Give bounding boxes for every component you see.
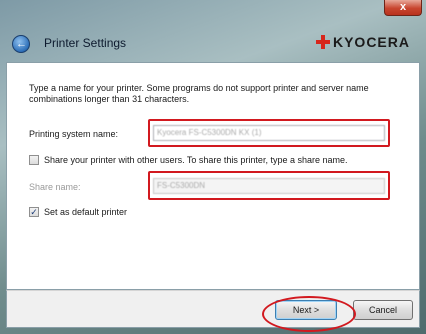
printing-system-name-label: Printing system name: xyxy=(29,129,119,139)
highlight-circle-next xyxy=(262,296,356,332)
share-name-label: Share name: xyxy=(29,182,81,192)
kyocera-logo-mark-icon xyxy=(315,35,330,49)
highlight-box-share xyxy=(148,171,390,200)
back-button[interactable]: ← xyxy=(12,35,30,53)
installer-window: x ← Printer Settings KYOCERA Type a name… xyxy=(0,0,426,334)
footer-bar: Next > Cancel xyxy=(6,290,420,328)
page-title: Printer Settings xyxy=(44,36,127,50)
back-arrow-icon: ← xyxy=(16,38,27,50)
kyocera-logo: KYOCERA xyxy=(315,34,410,50)
default-printer-label: Set as default printer xyxy=(44,207,128,217)
default-printer-checkbox[interactable]: ✓ xyxy=(29,207,39,217)
highlight-box-name xyxy=(148,119,390,147)
cancel-button[interactable]: Cancel xyxy=(353,300,413,320)
header: ← Printer Settings KYOCERA xyxy=(6,22,420,62)
instruction-text: Type a name for your printer. Some progr… xyxy=(29,83,369,104)
content-panel: Type a name for your printer. Some progr… xyxy=(6,62,420,290)
close-button[interactable]: x xyxy=(384,0,422,16)
share-printer-checkbox[interactable] xyxy=(29,155,39,165)
kyocera-logo-text: KYOCERA xyxy=(332,34,410,50)
share-printer-label: Share your printer with other users. To … xyxy=(44,155,348,165)
close-icon: x xyxy=(399,1,407,13)
